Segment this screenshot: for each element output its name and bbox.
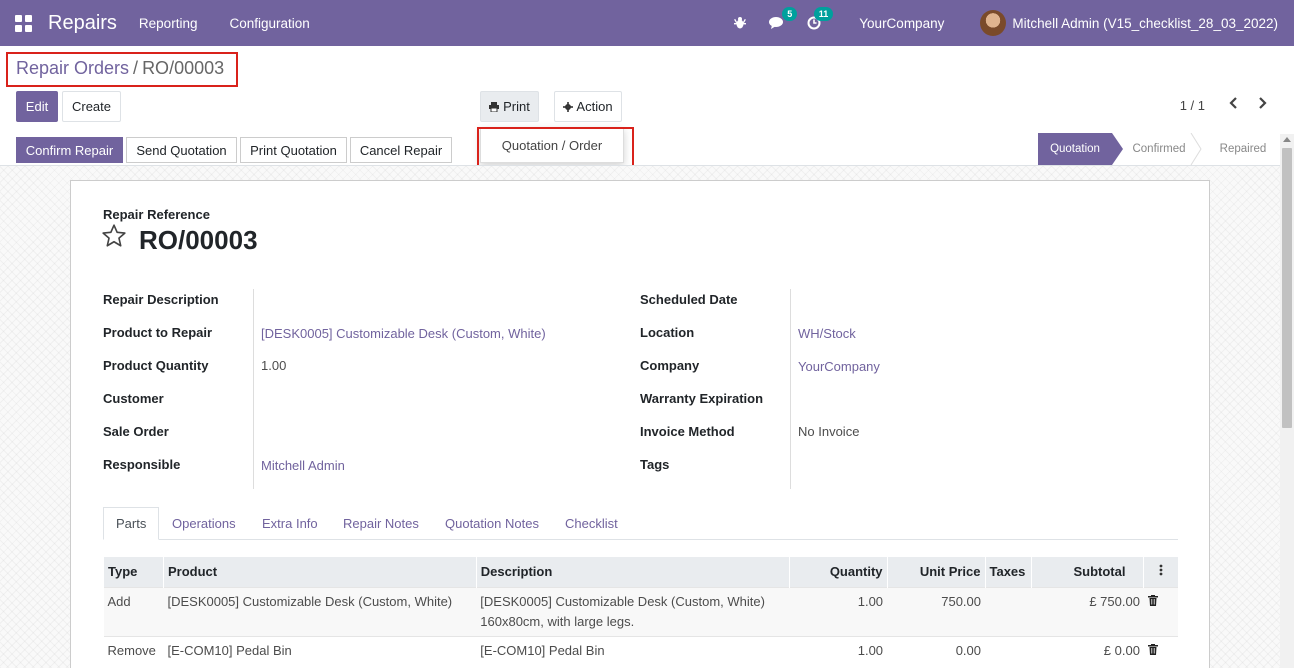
- stage-repaired-label: Repaired: [1219, 143, 1267, 155]
- cell-subtotal: £ 0.00: [1031, 635, 1144, 665]
- table-header-row: Type Product Description Quantity Unit P…: [103, 557, 1178, 587]
- menu-configuration[interactable]: Configuration: [229, 16, 309, 31]
- field-value-product-quantity[interactable]: 1.00: [261, 358, 286, 373]
- print-button[interactable]: Print: [480, 91, 539, 122]
- stage-repaired[interactable]: Repaired: [1196, 133, 1278, 165]
- cell-unit-price: 0.00: [887, 635, 985, 665]
- printer-icon: [489, 101, 500, 112]
- left-column-divider: [253, 289, 254, 489]
- stage-quotation[interactable]: Quotation: [1038, 133, 1123, 165]
- cell-type: Remove: [103, 635, 164, 665]
- cell-quantity: 1.00: [789, 635, 888, 665]
- print-quotation-button[interactable]: Print Quotation: [240, 137, 347, 163]
- print-label: Print: [503, 99, 530, 114]
- delete-row-trash-icon[interactable]: [1143, 586, 1178, 636]
- action-label: Action: [576, 99, 613, 114]
- create-button[interactable]: Create: [62, 91, 121, 122]
- tab-operations[interactable]: Operations: [160, 507, 248, 540]
- field-value-product-to-repair[interactable]: [DESK0005] Customizable Desk (Custom, Wh…: [261, 326, 546, 341]
- field-label-sale-order: Sale Order: [103, 424, 169, 439]
- field-label-tags: Tags: [640, 457, 670, 472]
- field-label-repair-description: Repair Description: [103, 292, 219, 307]
- column-header-type[interactable]: Type: [103, 557, 164, 587]
- cell-subtotal: £ 750.00: [1031, 586, 1144, 636]
- apps-menu-icon[interactable]: [0, 0, 46, 46]
- cell-product: [DESK0005] Customizable Desk (Custom, Wh…: [163, 586, 477, 636]
- gear-icon: [563, 101, 574, 112]
- field-value-location[interactable]: WH/Stock: [798, 326, 856, 341]
- optional-columns-icon[interactable]: [1143, 557, 1178, 587]
- column-header-taxes[interactable]: Taxes: [984, 557, 1032, 587]
- activities-count-badge: 11: [813, 7, 834, 21]
- cell-description: [E-COM10] Pedal Bin: [476, 635, 790, 665]
- column-header-unit-price[interactable]: Unit Price: [886, 557, 985, 587]
- field-label-customer: Customer: [103, 391, 164, 406]
- stage-confirmed-label: Confirmed: [1132, 143, 1186, 155]
- status-stages: Quotation Confirmed Repaired: [1038, 133, 1278, 165]
- tab-extra-info[interactable]: Extra Info: [250, 507, 330, 540]
- scroll-up-icon[interactable]: [1283, 137, 1291, 142]
- bug-icon[interactable]: [733, 16, 747, 30]
- delete-row-trash-icon[interactable]: [1143, 635, 1178, 665]
- pager-previous-icon[interactable]: [1229, 96, 1239, 115]
- scrollbar-thumb[interactable]: [1282, 148, 1292, 428]
- right-column-divider: [790, 289, 791, 489]
- repair-reference-label: Repair Reference: [103, 207, 210, 222]
- field-label-company: Company: [640, 358, 700, 373]
- cell-quantity: 1.00: [789, 586, 888, 636]
- pager-value[interactable]: 1 / 1: [1180, 98, 1205, 113]
- cell-product: [E-COM10] Pedal Bin: [163, 635, 477, 665]
- cell-description: [DESK0005] Customizable Desk (Custom, Wh…: [476, 586, 790, 636]
- user-menu[interactable]: Mitchell Admin (V15_checklist_28_03_2022…: [1012, 16, 1278, 31]
- form-sheet: Repair Reference RO/00003 Repair Descrip…: [70, 180, 1210, 668]
- top-navbar: Repairs Reporting Configuration 5 11 You…: [0, 0, 1294, 46]
- column-header-product[interactable]: Product: [162, 557, 477, 587]
- table-row[interactable]: Remove [E-COM10] Pedal Bin [E-COM10] Ped…: [103, 635, 1178, 665]
- app-name[interactable]: Repairs: [48, 12, 117, 35]
- cell-unit-price: 750.00: [887, 586, 985, 636]
- field-label-warranty-expiration: Warranty Expiration: [640, 391, 764, 406]
- field-value-company[interactable]: YourCompany: [798, 359, 880, 374]
- cell-description-line1: [DESK0005] Customizable Desk (Custom, Wh…: [480, 593, 765, 609]
- user-avatar[interactable]: [980, 10, 1007, 36]
- stage-quotation-label: Quotation: [1050, 143, 1100, 155]
- tab-quotation-notes[interactable]: Quotation Notes: [433, 507, 551, 540]
- edit-button[interactable]: Edit: [16, 91, 58, 122]
- field-value-invoice-method[interactable]: No Invoice: [798, 424, 859, 439]
- menu-reporting[interactable]: Reporting: [139, 16, 198, 31]
- cancel-repair-button[interactable]: Cancel Repair: [350, 137, 452, 163]
- tab-parts[interactable]: Parts: [103, 507, 160, 540]
- activities-clock-icon[interactable]: 11: [807, 7, 834, 30]
- cell-taxes: [985, 635, 1032, 665]
- column-header-quantity[interactable]: Quantity: [788, 557, 888, 587]
- star-icon[interactable]: [101, 223, 127, 252]
- tab-checklist[interactable]: Checklist: [553, 507, 630, 540]
- cell-taxes: [985, 586, 1032, 636]
- pager-next-icon[interactable]: [1257, 96, 1267, 115]
- confirm-repair-button[interactable]: Confirm Repair: [16, 137, 123, 163]
- action-button[interactable]: Action: [554, 91, 622, 122]
- repair-reference-value: RO/00003: [139, 225, 258, 255]
- parts-table: Type Product Description Quantity Unit P…: [103, 557, 1178, 665]
- field-label-location: Location: [640, 325, 695, 340]
- highlight-breadcrumb: [6, 52, 238, 87]
- field-label-product-to-repair: Product to Repair: [103, 325, 213, 340]
- stage-confirmed[interactable]: Confirmed: [1112, 133, 1202, 165]
- column-header-subtotal[interactable]: Subtotal: [1031, 557, 1144, 587]
- column-header-description[interactable]: Description: [475, 557, 790, 587]
- messages-icon[interactable]: 5: [769, 7, 798, 30]
- table-row[interactable]: Add [DESK0005] Customizable Desk (Custom…: [103, 586, 1178, 636]
- cell-type: Add: [103, 586, 164, 636]
- messages-count-badge: 5: [782, 7, 798, 21]
- field-label-product-quantity: Product Quantity: [103, 358, 209, 373]
- company-switcher[interactable]: YourCompany: [859, 16, 944, 31]
- notebook-tabs: Parts Operations Extra Info Repair Notes…: [103, 507, 1178, 540]
- tab-repair-notes[interactable]: Repair Notes: [331, 507, 431, 540]
- cell-description-line2: 160x80cm, with large legs.: [480, 613, 635, 629]
- field-label-invoice-method: Invoice Method: [640, 424, 735, 439]
- field-label-responsible: Responsible: [103, 457, 181, 472]
- field-value-responsible[interactable]: Mitchell Admin: [261, 458, 345, 473]
- field-label-scheduled-date: Scheduled Date: [640, 292, 738, 307]
- send-quotation-button[interactable]: Send Quotation: [126, 137, 237, 163]
